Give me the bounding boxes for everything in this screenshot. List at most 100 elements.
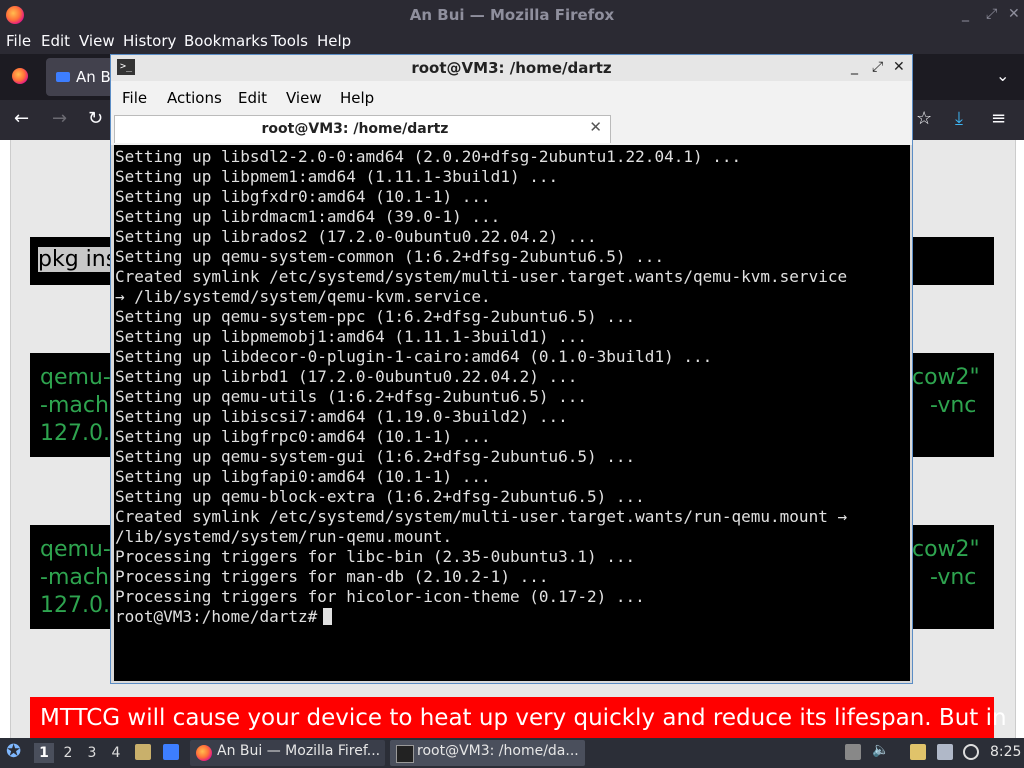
- code-line: 127.0.: [40, 421, 110, 446]
- warning-banner: MTTCG will cause your device to heat up …: [30, 697, 1007, 742]
- terminal-line: Setting up libiscsi7:amd64 (1.19.0-3buil…: [115, 407, 568, 426]
- warning-text: MTTCG will cause your device to heat up …: [40, 705, 1007, 731]
- terminal-minimize-icon[interactable]: _: [851, 59, 858, 75]
- browser-tab[interactable]: An Bu: [46, 58, 120, 96]
- terminal-text: Setting up libsdl2-2.0-0:amd64 (2.0.20+d…: [115, 147, 847, 627]
- taskbar-window-terminal[interactable]: root@VM3: /home/da...: [390, 740, 585, 766]
- terminal-line: Setting up libgfapi0:amd64 (10.1-1) ...: [115, 467, 491, 486]
- terminal-output[interactable]: Setting up libsdl2-2.0-0:amd64 (2.0.20+d…: [114, 145, 910, 681]
- terminal-title: root@VM3: /home/dartz: [411, 59, 612, 77]
- terminal-menubar: File Actions Edit View Help: [111, 81, 912, 113]
- terminal-line: Setting up librbd1 (17.2.0-0ubuntu0.22.0…: [115, 367, 578, 386]
- terminal-line: Processing triggers for hicolor-icon-the…: [115, 587, 645, 606]
- bookmark-star-icon[interactable]: ☆: [916, 108, 932, 129]
- terminal-menu-actions[interactable]: Actions: [167, 89, 222, 107]
- terminal-line: /lib/systemd/system/run-qemu.mount.: [115, 527, 453, 546]
- terminal-line: Setting up qemu-block-extra (1:6.2+dfsg-…: [115, 487, 645, 506]
- taskbar-window-firefox-label: An Bui — Mozilla Firef...: [217, 743, 381, 759]
- terminal-line: Processing triggers for libc-bin (2.35-0…: [115, 547, 636, 566]
- code-line: -mach: [40, 565, 109, 590]
- code-text-pkg: pkg ins: [38, 247, 118, 272]
- list-tabs-chevron-icon[interactable]: ⌄: [996, 66, 1009, 85]
- code-line: cow2": [912, 365, 980, 390]
- eject-icon[interactable]: [845, 744, 861, 760]
- taskbar-window-terminal-label: root@VM3: /home/da...: [417, 743, 579, 759]
- terminal-line: → /lib/systemd/system/qemu-kvm.service.: [115, 287, 491, 306]
- code-line: -vnc: [930, 565, 977, 590]
- downloads-icon[interactable]: ⤓: [955, 108, 963, 129]
- back-arrow-icon[interactable]: ←: [14, 108, 29, 129]
- terminal-menu-help[interactable]: Help: [340, 89, 374, 107]
- volume-icon[interactable]: 🔈: [872, 742, 889, 758]
- power-icon[interactable]: [963, 744, 979, 760]
- code-line: -mach: [40, 393, 109, 418]
- menu-tools[interactable]: Tools: [271, 32, 308, 50]
- workspace-4[interactable]: 4: [106, 743, 126, 763]
- menu-bookmarks[interactable]: Bookmarks: [184, 32, 268, 50]
- workspace-2[interactable]: 2: [58, 743, 78, 763]
- terminal-line: Created symlink /etc/systemd/system/mult…: [115, 507, 848, 526]
- menu-help[interactable]: Help: [317, 32, 351, 50]
- maximize-icon[interactable]: ⤢: [986, 6, 997, 22]
- workspace-1[interactable]: 1: [34, 743, 54, 763]
- terminal-window[interactable]: >_ root@VM3: /home/dartz _ ⤢ ✕ File Acti…: [110, 54, 913, 684]
- reload-icon[interactable]: ↻: [88, 108, 103, 129]
- firefox-titlebar: An Bui — Mozilla Firefox _ ⤢ ✕: [0, 0, 1024, 30]
- terminal-taskbar-icon: [396, 745, 414, 763]
- file-manager-icon[interactable]: [135, 744, 151, 760]
- menu-view[interactable]: View: [79, 32, 115, 50]
- terminal-menu-file[interactable]: File: [122, 89, 147, 107]
- menu-file[interactable]: File: [6, 32, 31, 50]
- code-line: qemu-: [40, 537, 111, 562]
- taskbar-window-firefox[interactable]: An Bui — Mozilla Firef...: [190, 740, 385, 766]
- network-icon[interactable]: [937, 744, 953, 760]
- firefox-view-icon[interactable]: [12, 68, 28, 84]
- firefox-taskbar-icon: [196, 745, 212, 761]
- terminal-line: Setting up qemu-system-gui (1:6.2+dfsg-2…: [115, 447, 636, 466]
- menu-history[interactable]: History: [123, 32, 176, 50]
- terminal-line: Setting up librdmacm1:amd64 (39.0-1) ...: [115, 207, 501, 226]
- terminal-line: Setting up qemu-system-common (1:6.2+dfs…: [115, 247, 665, 266]
- taskbar: ✪ 1 2 3 4 An Bui — Mozilla Firef... root…: [0, 738, 1024, 768]
- menu-edit[interactable]: Edit: [41, 32, 70, 50]
- terminal-output-lines: Setting up libsdl2-2.0-0:amd64 (2.0.20+d…: [115, 147, 847, 606]
- terminal-line: Setting up qemu-utils (1:6.2+dfsg-2ubunt…: [115, 387, 588, 406]
- text-cursor: [323, 608, 333, 625]
- terminal-menu-edit[interactable]: Edit: [238, 89, 267, 107]
- code-line: -vnc: [930, 393, 977, 418]
- clipboard-icon[interactable]: [910, 744, 926, 760]
- firefox-window-title: An Bui — Mozilla Firefox: [409, 6, 615, 24]
- terminal-maximize-icon[interactable]: ⤢: [872, 59, 883, 75]
- terminal-line: Setting up libgfrpc0:amd64 (10.1-1) ...: [115, 427, 491, 446]
- code-line: cow2": [912, 537, 980, 562]
- terminal-line: Setting up qemu-system-ppc (1:6.2+dfsg-2…: [115, 307, 636, 326]
- terminal-line: Setting up libpmemobj1:amd64 (1.11.1-3bu…: [115, 327, 588, 346]
- clock[interactable]: 8:25: [990, 744, 1021, 760]
- app-menu-icon[interactable]: ✪: [6, 741, 21, 762]
- terminal-titlebar[interactable]: >_ root@VM3: /home/dartz _ ⤢ ✕: [111, 55, 912, 81]
- terminal-tabbar: root@VM3: /home/dartz ✕: [111, 113, 912, 145]
- shell-prompt: root@VM3:/home/dartz#: [115, 607, 318, 626]
- tab-favicon-icon: [56, 72, 70, 82]
- code-line: qemu-: [40, 365, 111, 390]
- terminal-line: Created symlink /etc/systemd/system/mult…: [115, 267, 848, 286]
- terminal-line: Setting up libpmem1:amd64 (1.11.1-3build…: [115, 167, 559, 186]
- terminal-line: Setting up librados2 (17.2.0-0ubuntu0.22…: [115, 227, 597, 246]
- terminal-tab[interactable]: root@VM3: /home/dartz ✕: [114, 115, 611, 143]
- minimize-icon[interactable]: _: [962, 6, 969, 22]
- hamburger-menu-icon[interactable]: ≡: [991, 108, 1006, 129]
- terminal-line: Setting up libgfxdr0:amd64 (10.1-1) ...: [115, 187, 491, 206]
- tab-close-icon[interactable]: ✕: [589, 118, 602, 136]
- workspace-3[interactable]: 3: [82, 743, 102, 763]
- terminal-tab-label: root@VM3: /home/dartz: [261, 121, 449, 137]
- terminal-line: Setting up libsdl2-2.0-0:amd64 (2.0.20+d…: [115, 147, 742, 166]
- firefox-menubar: File Edit View History Bookmarks Tools H…: [0, 30, 1024, 54]
- show-desktop-icon[interactable]: [163, 744, 179, 760]
- terminal-line: Setting up libdecor-0-plugin-1-cairo:amd…: [115, 347, 713, 366]
- code-line: 127.0.: [40, 593, 110, 618]
- terminal-line: Processing triggers for man-db (2.10.2-1…: [115, 567, 549, 586]
- close-icon[interactable]: ✕: [1008, 6, 1020, 22]
- forward-arrow-icon[interactable]: →: [52, 108, 67, 129]
- terminal-menu-view[interactable]: View: [286, 89, 322, 107]
- terminal-close-icon[interactable]: ✕: [893, 59, 905, 75]
